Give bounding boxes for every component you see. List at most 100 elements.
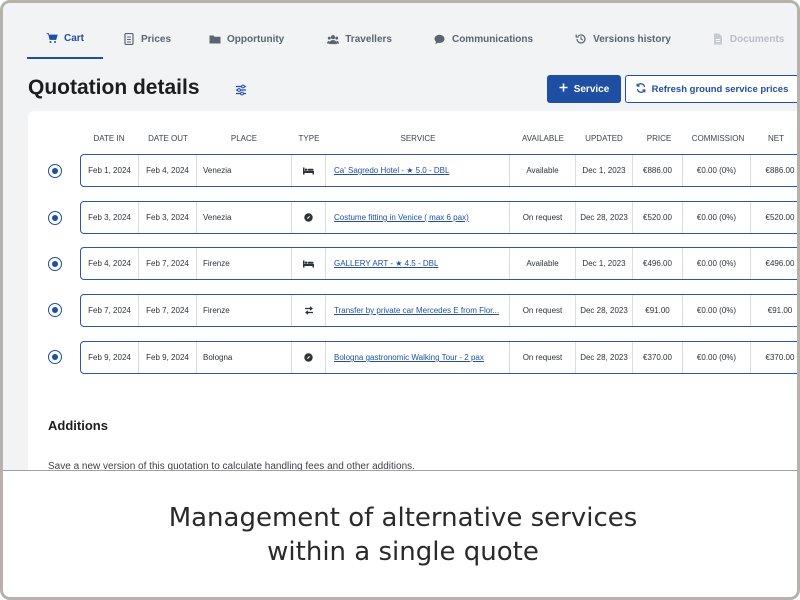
tab-opportunity[interactable]: Opportunity xyxy=(209,25,284,59)
date-out-cell: Feb 9, 2024 xyxy=(139,342,197,373)
refresh-prices-button[interactable]: Refresh ground service prices xyxy=(625,75,797,103)
available-cell: On request xyxy=(510,295,576,326)
tab-label: Travellers xyxy=(345,33,392,45)
place-cell: Firenze xyxy=(197,295,292,326)
place-cell: Venezia xyxy=(197,202,292,233)
price-cell: €370.00 xyxy=(633,342,683,373)
available-cell: Available xyxy=(510,248,576,279)
service-cell: Ca' Sagredo Hotel - ★ 5.0 - DBL xyxy=(326,155,510,186)
add-service-button[interactable]: Service xyxy=(547,75,621,103)
refresh-prices-label: Refresh ground service prices xyxy=(651,83,789,95)
table-row[interactable]: Feb 1, 2024 Feb 4, 2024 Venezia Ca' Sagr… xyxy=(80,154,797,187)
place-cell: Venezia xyxy=(197,155,292,186)
net-cell: €370.00 xyxy=(765,353,795,362)
net-cell: €91.00 xyxy=(767,306,793,315)
commission-cell: €0.00 (0%) xyxy=(683,202,751,233)
caption-line: within a single quote xyxy=(267,537,539,567)
date-out-cell: Feb 3, 2024 xyxy=(139,202,197,233)
column-header: PRICE xyxy=(646,134,672,143)
app-window: Cart Prices Opportunity Travellers Commu… xyxy=(3,3,797,471)
commission-cell: €0.00 (0%) xyxy=(683,155,751,186)
additions-title: Additions xyxy=(48,418,108,433)
tab-label: Prices xyxy=(141,33,172,45)
table-row[interactable]: Feb 7, 2024 Feb 7, 2024 Firenze Transfer… xyxy=(80,294,797,327)
price-cell: €520.00 xyxy=(633,202,683,233)
service-cell: GALLERY ART - ★ 4.5 - DBL xyxy=(326,248,510,279)
price-cell: €496.00 xyxy=(633,248,683,279)
row-select-radio[interactable] xyxy=(48,164,62,178)
tab-communications[interactable]: Communications xyxy=(434,25,533,59)
column-header: COMMISSION xyxy=(691,134,745,143)
compass-icon xyxy=(292,342,326,373)
column-header: AVAILABLE xyxy=(522,134,564,143)
tab-label: Communications xyxy=(451,33,534,45)
service-cell: Costume fitting in Venice ( max 6 pax) xyxy=(326,202,510,233)
service-link[interactable]: Bologna gastronomic Walking Tour - 2 pax xyxy=(334,353,484,362)
updated-cell: Dec 28, 2023 xyxy=(576,342,633,373)
tab-documents[interactable]: Documents xyxy=(712,25,784,59)
transfer-icon xyxy=(292,295,326,326)
service-link[interactable]: Transfer by private car Mercedes E from … xyxy=(334,306,499,315)
row-select-radio[interactable] xyxy=(48,211,62,225)
available-cell: On request xyxy=(510,202,576,233)
column-header: DATE OUT xyxy=(148,134,188,143)
compass-icon xyxy=(292,202,326,233)
date-out-cell: Feb 7, 2024 xyxy=(139,295,197,326)
tab-versions-history[interactable]: Versions history xyxy=(575,25,671,59)
date-out-cell: Feb 4, 2024 xyxy=(139,155,197,186)
place-cell: Firenze xyxy=(197,248,292,279)
cart-icon xyxy=(46,32,58,44)
commission-cell: €0.00 (0%) xyxy=(683,248,751,279)
table-row[interactable]: Feb 3, 2024 Feb 3, 2024 Venezia Costume … xyxy=(80,201,797,234)
tab-travellers[interactable]: Travellers xyxy=(327,25,392,59)
tab-label: Cart xyxy=(63,32,84,44)
tab-cart[interactable]: Cart xyxy=(27,25,103,59)
service-link[interactable]: Costume fitting in Venice ( max 6 pax) xyxy=(334,213,469,222)
row-select-radio[interactable] xyxy=(48,257,62,271)
divider xyxy=(3,470,797,471)
column-header: SERVICE xyxy=(400,134,436,143)
page-title: Quotation details xyxy=(28,76,200,99)
refresh-icon xyxy=(636,82,646,96)
available-cell: Available xyxy=(510,155,576,186)
caption-line: Management of alternative services xyxy=(168,503,638,533)
document-icon xyxy=(123,33,135,45)
service-cell: Bologna gastronomic Walking Tour - 2 pax xyxy=(326,342,510,373)
place-cell: Bologna xyxy=(197,342,292,373)
column-header: UPDATED xyxy=(585,134,623,143)
sliders-icon[interactable] xyxy=(234,83,248,96)
file-icon xyxy=(712,33,724,45)
net-cell: €886.00 xyxy=(765,166,795,175)
column-header: DATE IN xyxy=(93,134,125,143)
history-icon xyxy=(575,33,587,45)
price-cell: €91.00 xyxy=(633,295,683,326)
bed-icon xyxy=(292,155,326,186)
tab-prices[interactable]: Prices xyxy=(123,25,171,59)
commission-cell: €0.00 (0%) xyxy=(683,342,751,373)
service-link[interactable]: GALLERY ART - ★ 4.5 - DBL xyxy=(334,259,438,268)
date-in-cell: Feb 3, 2024 xyxy=(81,202,139,233)
chat-icon xyxy=(434,33,446,45)
date-in-cell: Feb 7, 2024 xyxy=(81,295,139,326)
updated-cell: Dec 1, 2023 xyxy=(576,248,633,279)
tab-label: Opportunity xyxy=(227,33,285,45)
add-service-label: Service xyxy=(573,83,610,95)
table-row[interactable]: Feb 9, 2024 Feb 9, 2024 Bologna Bologna … xyxy=(80,341,797,374)
date-out-cell: Feb 7, 2024 xyxy=(139,248,197,279)
updated-cell: Dec 28, 2023 xyxy=(576,202,633,233)
service-cell: Transfer by private car Mercedes E from … xyxy=(326,295,510,326)
caption: Management of alternative services withi… xyxy=(3,501,797,569)
table-row[interactable]: Feb 4, 2024 Feb 7, 2024 Firenze GALLERY … xyxy=(80,247,797,280)
tab-label: Documents xyxy=(729,33,785,45)
date-in-cell: Feb 1, 2024 xyxy=(81,155,139,186)
price-cell: €886.00 xyxy=(633,155,683,186)
row-select-radio[interactable] xyxy=(48,350,62,364)
tab-bar: Cart Prices Opportunity Travellers Commu… xyxy=(27,25,797,59)
service-link[interactable]: Ca' Sagredo Hotel - ★ 5.0 - DBL xyxy=(334,166,449,175)
screenshot-frame: Cart Prices Opportunity Travellers Commu… xyxy=(0,0,800,600)
date-in-cell: Feb 9, 2024 xyxy=(81,342,139,373)
row-select-radio[interactable] xyxy=(48,303,62,317)
tab-label: Versions history xyxy=(593,33,671,45)
plus-icon xyxy=(559,83,568,95)
column-header: PLACE xyxy=(230,134,258,143)
